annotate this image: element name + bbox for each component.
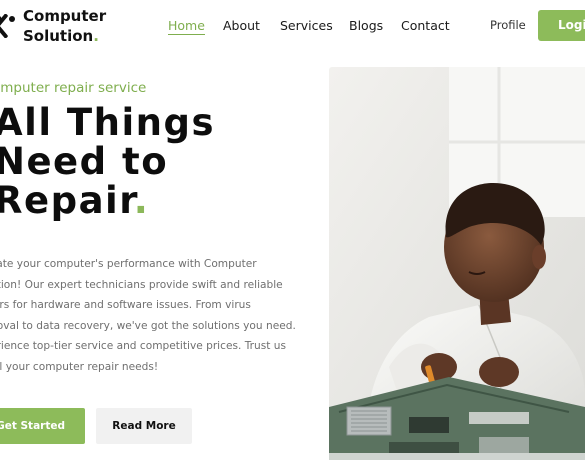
nav-item-about[interactable]: About bbox=[223, 18, 260, 33]
nav-item-home[interactable]: Home bbox=[168, 18, 205, 35]
description-line: noval to data recovery, we've got the so… bbox=[0, 319, 296, 332]
nav-item-blogs[interactable]: Blogs bbox=[349, 18, 383, 33]
get-started-button[interactable]: Get Started bbox=[0, 408, 85, 444]
hero-headline: All Things Need to Repair. bbox=[0, 103, 215, 220]
brand-name-line1: Computer bbox=[23, 7, 107, 25]
brand-name-line2: Solution bbox=[23, 27, 94, 45]
hero-description: vate your computer's performance with Co… bbox=[0, 254, 300, 378]
read-more-button[interactable]: Read More bbox=[96, 408, 192, 444]
headline-line-3-text: Repair bbox=[0, 179, 134, 222]
hero-tagline: omputer repair service bbox=[0, 80, 147, 96]
brand-dot: . bbox=[93, 27, 99, 45]
login-button[interactable]: Login bbox=[538, 10, 585, 41]
description-line: airs for hardware and software issues. F… bbox=[0, 299, 251, 312]
brand-name: Computer Solution. bbox=[23, 6, 106, 46]
description-line: ution! Our expert technicians provide sw… bbox=[0, 278, 283, 291]
profile-link[interactable]: Profile bbox=[490, 18, 526, 32]
headline-line-1: All Things bbox=[0, 101, 215, 144]
headline-line-3: Repair. bbox=[0, 181, 215, 220]
technician-repairing-motherboard-photo bbox=[329, 67, 585, 460]
description-line: erience top-tier service and competitive… bbox=[0, 340, 286, 353]
nav-item-contact[interactable]: Contact bbox=[401, 18, 450, 33]
nav-item-services[interactable]: Services bbox=[280, 18, 333, 33]
description-line: vate your computer's performance with Co… bbox=[0, 258, 257, 270]
description-line: all your computer repair needs! bbox=[0, 360, 159, 373]
wrench-screwdriver-icon bbox=[0, 14, 15, 38]
headline-line-2: Need to bbox=[0, 140, 169, 183]
headline-dot: . bbox=[133, 179, 150, 222]
